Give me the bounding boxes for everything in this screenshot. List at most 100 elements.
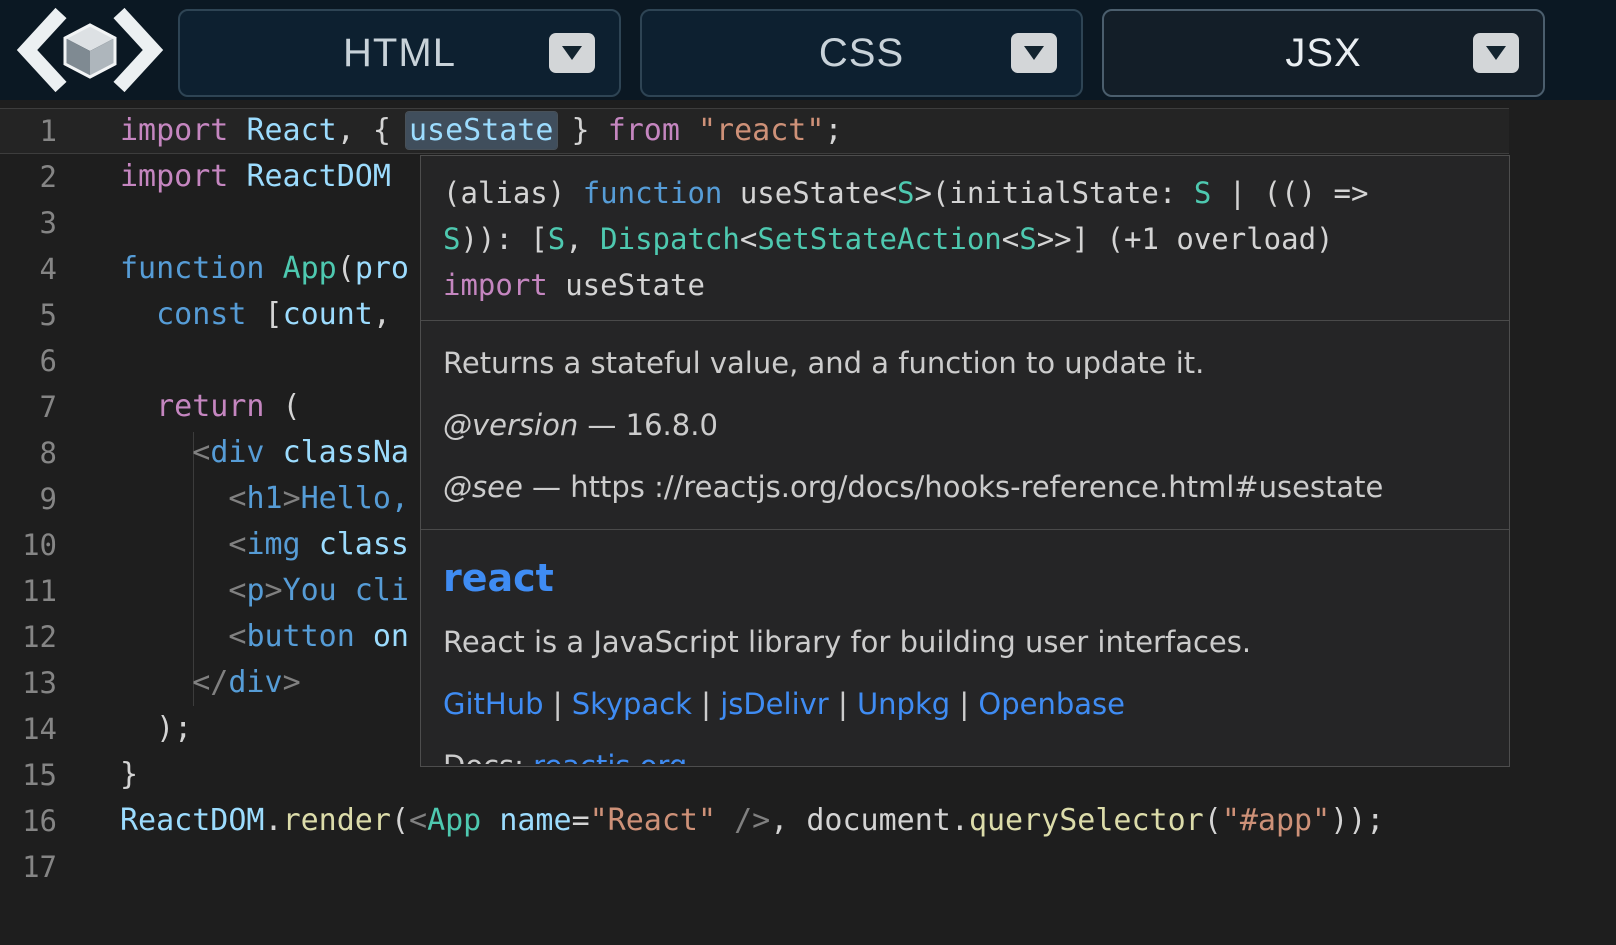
code-text: const [count, xyxy=(120,292,391,338)
tab-jsx[interactable]: JSX xyxy=(1102,9,1545,97)
code-token: < xyxy=(740,222,757,256)
line-number: 4 xyxy=(0,246,57,292)
code-editor[interactable]: 1import React, { useState } from "react"… xyxy=(0,100,1616,945)
code-token: < xyxy=(1002,222,1019,256)
code-token: . xyxy=(951,803,969,838)
code-token: Hello, xyxy=(301,481,409,516)
code-token: function xyxy=(120,251,265,286)
code-token: | (() => xyxy=(1211,176,1368,210)
tab-html-label: HTML xyxy=(343,31,456,76)
code-token: < xyxy=(228,527,246,562)
code-token: pro xyxy=(355,251,409,286)
code-token: React xyxy=(246,113,336,148)
package-link-github[interactable]: GitHub xyxy=(443,687,544,721)
code-text: import ReactDOM xyxy=(120,154,391,200)
code-token xyxy=(120,573,228,608)
app-logo-icon[interactable] xyxy=(14,5,166,95)
line-number: 11 xyxy=(0,568,57,614)
line-number: 9 xyxy=(0,476,57,522)
code-token: useState< xyxy=(722,176,897,210)
package-name-link[interactable]: react xyxy=(443,556,1487,600)
tooltip-code-line: S)): [S, Dispatch<SetStateAction<S>>] (+… xyxy=(443,216,1487,262)
tooltip-code-line: (alias) function useState<S>(initialStat… xyxy=(443,170,1487,216)
app-window: HTML CSS JSX 1import React, { useState }… xyxy=(0,0,1616,945)
code-token: return xyxy=(156,389,264,424)
code-token: , { xyxy=(337,113,409,148)
tooltip-signature: (alias) function useState<S>(initialStat… xyxy=(443,170,1487,308)
code-token: S xyxy=(548,222,565,256)
code-line-current[interactable]: 1import React, { useState } from "react"… xyxy=(0,108,1509,154)
code-token: count xyxy=(283,297,373,332)
link-separator: | xyxy=(829,687,857,721)
code-token: S xyxy=(1019,222,1036,256)
code-line[interactable]: 17 xyxy=(0,844,1509,890)
package-link-skypack[interactable]: Skypack xyxy=(572,687,692,721)
line-number: 10 xyxy=(0,522,57,568)
code-token: )): [ xyxy=(460,222,547,256)
tooltip-version-line: @version — 16.8.0 xyxy=(443,405,1487,445)
tooltip-see-line: @see — https ://reactjs.org/docs/hooks-r… xyxy=(443,467,1487,507)
link-separator: | xyxy=(950,687,978,721)
code-token: ( xyxy=(337,251,355,286)
tab-jsx-dropdown-button[interactable] xyxy=(1473,33,1519,73)
code-token: import xyxy=(443,268,548,302)
code-token: < xyxy=(228,619,246,654)
package-links-row: GitHub | Skypack | jsDelivr | Unpkg | Op… xyxy=(443,684,1487,724)
code-token: >(initialState: xyxy=(914,176,1193,210)
tab-css-label: CSS xyxy=(819,31,904,76)
tab-css[interactable]: CSS xyxy=(640,9,1083,97)
code-text: <img class xyxy=(120,522,409,568)
code-token: /> xyxy=(734,803,770,838)
code-token: [ xyxy=(246,297,282,332)
code-token: )); xyxy=(1330,803,1384,838)
chevron-down-icon xyxy=(1486,46,1506,60)
version-tag: @version xyxy=(443,408,578,442)
code-token: import xyxy=(120,113,228,148)
line-number: 7 xyxy=(0,384,57,430)
code-token: name xyxy=(499,803,571,838)
code-token: > xyxy=(283,481,301,516)
code-token: App xyxy=(283,251,337,286)
code-token: You cli xyxy=(283,573,409,608)
code-token: ( xyxy=(1204,803,1222,838)
package-link-jsdelivr[interactable]: jsDelivr xyxy=(720,687,829,721)
code-token: , document xyxy=(770,803,951,838)
tooltip-divider xyxy=(421,529,1509,530)
code-token: S xyxy=(1194,176,1211,210)
hovered-symbol: useState xyxy=(406,112,557,149)
code-token: } xyxy=(120,757,138,792)
code-token: function xyxy=(583,176,723,210)
code-token: , xyxy=(373,297,391,332)
code-token xyxy=(120,665,192,700)
code-text: <div classNa xyxy=(120,430,409,476)
code-text: ReactDOM.render(<App name="React" />, do… xyxy=(120,798,1384,844)
code-token: , xyxy=(565,222,600,256)
code-line[interactable]: 16ReactDOM.render(<App name="React" />, … xyxy=(0,798,1509,844)
code-token: ); xyxy=(120,711,192,746)
code-text: import React, { useState } from "react"; xyxy=(120,109,843,153)
tab-css-dropdown-button[interactable] xyxy=(1011,33,1057,73)
code-token: on xyxy=(373,619,409,654)
chevron-down-icon xyxy=(562,46,582,60)
version-value: — 16.8.0 xyxy=(578,408,718,442)
code-text: ); xyxy=(120,706,192,752)
package-link-openbase[interactable]: Openbase xyxy=(978,687,1125,721)
tab-html-dropdown-button[interactable] xyxy=(549,33,595,73)
code-token: div xyxy=(210,435,264,470)
hover-tooltip: (alias) function useState<S>(initialStat… xyxy=(420,155,1510,767)
code-token: < xyxy=(192,435,210,470)
code-token: render xyxy=(283,803,391,838)
code-token xyxy=(120,481,228,516)
code-text: function App(pro xyxy=(120,246,409,292)
package-link-unpkg[interactable]: Unpkg xyxy=(857,687,950,721)
code-text: } xyxy=(120,752,138,798)
code-token xyxy=(481,803,499,838)
code-token: "React" xyxy=(590,803,716,838)
code-text: <h1>Hello, xyxy=(120,476,409,522)
line-number: 2 xyxy=(0,154,57,200)
truncated-link[interactable]: reactjs.org xyxy=(533,749,687,764)
tab-html[interactable]: HTML xyxy=(178,9,621,97)
line-number: 3 xyxy=(0,200,57,246)
code-text: <p>You cli xyxy=(120,568,409,614)
tooltip-code-line: import useState xyxy=(443,262,1487,308)
